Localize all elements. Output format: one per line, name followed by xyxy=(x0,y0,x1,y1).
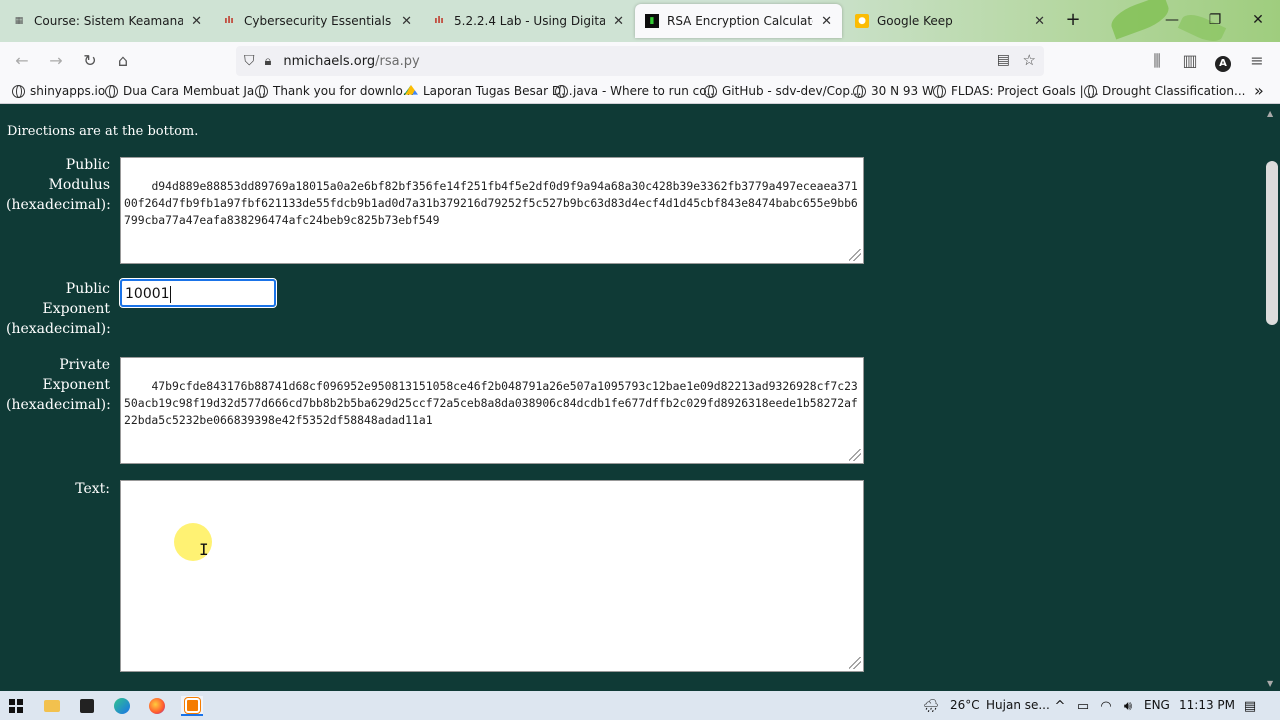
close-tab-icon[interactable]: ✕ xyxy=(401,14,412,29)
scroll-up-icon[interactable]: ▲ xyxy=(1267,109,1273,118)
bookmark-item[interactable]: Laporan Tugas Besar D... xyxy=(404,84,573,98)
page-scrollbar[interactable]: ▲ ▼ xyxy=(1264,105,1280,691)
globe-icon xyxy=(555,84,568,98)
tab-google-keep[interactable]: ● Google Keep ✕ xyxy=(845,4,1055,38)
resize-grip-icon[interactable] xyxy=(849,657,861,669)
bookmark-item[interactable]: GitHub - sdv-dev/Cop... xyxy=(704,84,861,98)
address-bar[interactable]: ⛉ 🔒︎ nmichaels.org/rsa.py ▤ ☆ xyxy=(236,46,1044,76)
bookmark-item[interactable]: shinyapps.io xyxy=(12,84,105,98)
exponent-label: Public Exponent (hexadecimal): xyxy=(6,281,111,337)
terminal-icon: ▮ xyxy=(645,14,659,28)
clock[interactable]: 11:13 PM xyxy=(1179,698,1235,712)
url-text[interactable]: nmichaels.org/rsa.py xyxy=(283,54,419,69)
cisco-icon: ılı xyxy=(434,16,444,26)
bookmark-item[interactable]: Dua Cara Membuat Ja... xyxy=(105,84,266,98)
notification-icon[interactable]: ▤ xyxy=(1240,696,1260,716)
account-avatar[interactable]: A xyxy=(1212,50,1234,72)
globe-icon xyxy=(255,84,268,98)
directions-text: Directions are at the bottom. xyxy=(7,124,199,139)
close-tab-icon[interactable]: ✕ xyxy=(613,14,624,29)
volume-icon[interactable]: 🔊︎ xyxy=(1118,696,1138,716)
navigation-toolbar: ← → ↻ ⌂ ⛉ 🔒︎ nmichaels.org/rsa.py ▤ ☆ ⫼ … xyxy=(0,42,1280,80)
bookmarks-overflow-icon[interactable]: » xyxy=(1254,81,1264,100)
firefox-icon[interactable] xyxy=(147,696,167,716)
bookmark-star-icon[interactable]: ☆ xyxy=(1023,51,1036,69)
sidebar-icon[interactable]: ▥ xyxy=(1179,50,1201,72)
menu-hamburger-icon[interactable]: ≡ xyxy=(1246,50,1268,72)
new-tab-button[interactable]: + xyxy=(1063,10,1083,30)
globe-icon xyxy=(12,84,25,98)
globe-icon xyxy=(933,84,946,98)
tab-cybersecurity[interactable]: ılı Cybersecurity Essentials ✕ xyxy=(212,4,422,38)
windows-start-icon[interactable] xyxy=(6,696,26,716)
edge-icon[interactable] xyxy=(112,696,132,716)
windows-taskbar: 🌧︎ 26°C Hujan se... ^ ▭ ◠ 🔊︎ ENG 11:13 P… xyxy=(0,691,1280,720)
close-tab-icon[interactable]: ✕ xyxy=(821,14,832,29)
minimize-button[interactable]: — xyxy=(1162,10,1182,30)
close-window-button[interactable]: ✕ xyxy=(1248,10,1268,30)
close-tab-icon[interactable]: ✕ xyxy=(1034,14,1045,29)
reload-icon[interactable]: ↻ xyxy=(79,50,101,72)
home-icon[interactable]: ⌂ xyxy=(112,50,134,72)
restore-button[interactable]: ❐ xyxy=(1205,10,1225,30)
close-tab-icon[interactable]: ✕ xyxy=(191,14,202,29)
bookmark-item[interactable]: java - Where to run co... xyxy=(555,84,718,98)
back-arrow-icon[interactable]: ← xyxy=(11,50,33,72)
weather-temperature[interactable]: 26°C xyxy=(950,698,980,712)
scroll-down-icon[interactable]: ▼ xyxy=(1267,679,1273,688)
modulus-textarea[interactable]: d94d889e88853dd89769a18015a0a2e6bf82bf35… xyxy=(120,157,864,264)
text-cursor-icon: I xyxy=(199,540,209,559)
chevron-up-icon[interactable]: ^ xyxy=(1050,696,1070,716)
page-content: Directions are at the bottom. Public Mod… xyxy=(0,105,1264,691)
reader-view-icon[interactable]: ▤ xyxy=(997,52,1010,68)
keep-icon: ● xyxy=(855,14,869,28)
language-indicator[interactable]: ENG xyxy=(1144,698,1170,712)
bookmark-item[interactable]: 30 N 93 W xyxy=(853,84,934,98)
file-explorer-icon[interactable] xyxy=(42,696,62,716)
weather-description[interactable]: Hujan se... xyxy=(986,698,1050,712)
globe-icon xyxy=(1084,84,1097,98)
graduation-icon: ▦ xyxy=(14,16,24,26)
exponent-input[interactable]: 10001 xyxy=(119,278,277,308)
cisco-icon: ılı xyxy=(224,16,234,26)
lock-icon[interactable]: 🔒︎ xyxy=(265,54,272,69)
forward-arrow-icon[interactable]: → xyxy=(45,50,67,72)
tab-strip: ▦ Course: Sistem Keamanan Infor ✕ ılı Cy… xyxy=(0,0,1280,47)
private-exponent-label: Private Exponent (hexadecimal): xyxy=(6,357,111,413)
resize-grip-icon[interactable] xyxy=(849,449,861,461)
modulus-label: Public Modulus (hexadecimal): xyxy=(6,157,111,213)
globe-icon xyxy=(853,84,866,98)
google-drive-icon xyxy=(404,85,418,95)
tab-rsa-calculator[interactable]: ▮ RSA Encryption Calculator ✕ xyxy=(635,4,842,38)
globe-icon xyxy=(105,84,118,98)
battery-icon[interactable]: ▭ xyxy=(1073,696,1093,716)
weather-icon[interactable]: 🌧︎ xyxy=(921,696,941,716)
tab-lab[interactable]: ılı 5.2.2.4 Lab - Using Digital Signat ✕ xyxy=(422,4,634,38)
globe-icon xyxy=(704,84,717,98)
bookmark-item[interactable]: Thank you for downlo... xyxy=(255,84,414,98)
text-textarea[interactable] xyxy=(120,480,864,672)
text-label: Text: xyxy=(75,481,110,497)
scrollbar-thumb[interactable] xyxy=(1266,161,1278,325)
bookmark-item[interactable]: FLDAS: Project Goals | ... xyxy=(933,84,1099,98)
library-icon[interactable]: ⫼ xyxy=(1146,50,1168,72)
wifi-icon[interactable]: ◠ xyxy=(1096,696,1116,716)
store-icon[interactable] xyxy=(77,696,97,716)
tab-course[interactable]: ▦ Course: Sistem Keamanan Infor ✕ xyxy=(2,4,212,38)
bookmark-item[interactable]: Drought Classification... xyxy=(1084,84,1245,98)
text-caret xyxy=(169,285,171,303)
private-exponent-textarea[interactable]: 47b9cfde843176b88741d68cf096952e95081315… xyxy=(120,357,864,464)
bookmarks-toolbar: shinyapps.io Dua Cara Membuat Ja... Than… xyxy=(0,80,1280,104)
app-icon[interactable] xyxy=(181,696,203,716)
resize-grip-icon[interactable] xyxy=(849,249,861,261)
shield-icon[interactable]: ⛉ xyxy=(244,53,255,69)
